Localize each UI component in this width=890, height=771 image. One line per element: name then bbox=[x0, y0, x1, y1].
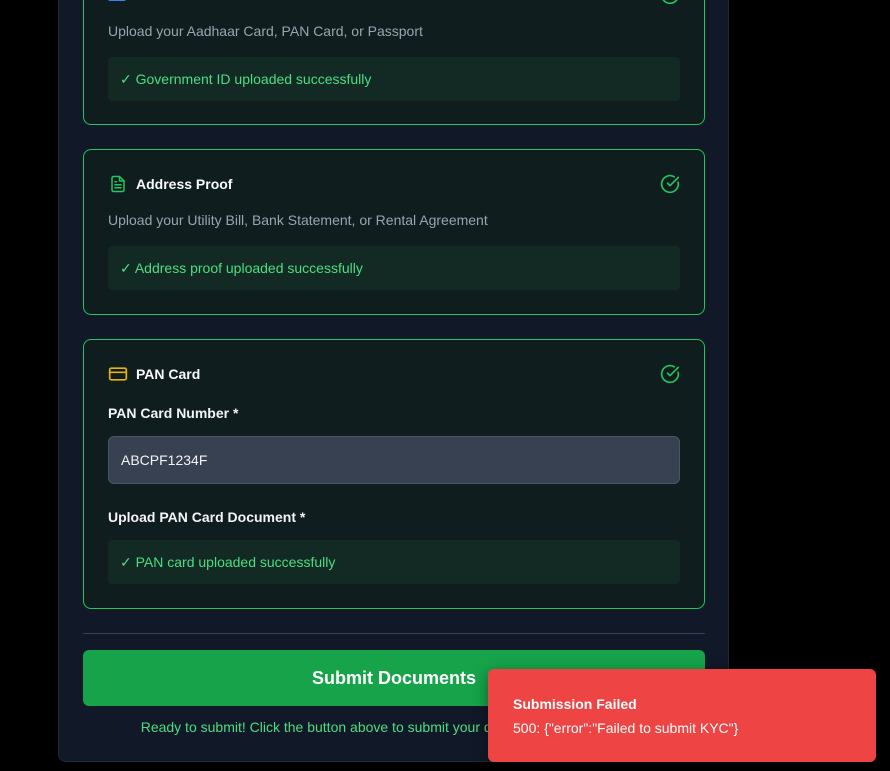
pan-number-input[interactable] bbox=[108, 436, 680, 484]
check-circle-icon bbox=[660, 174, 680, 194]
check-circle-icon bbox=[660, 364, 680, 384]
address-proof-card: Address Proof Upload your Utility Bill, … bbox=[83, 149, 705, 315]
pan-card-status: ✓ PAN card uploaded successfully bbox=[108, 540, 680, 584]
pan-card-header: PAN Card bbox=[108, 364, 200, 384]
pan-number-label: PAN Card Number * bbox=[108, 405, 239, 421]
pan-document-label: Upload PAN Card Document * bbox=[108, 509, 306, 525]
check-circle-icon bbox=[662, 0, 678, 5]
pan-card-title: PAN Card bbox=[136, 366, 201, 382]
address-proof-title: Address Proof bbox=[136, 176, 233, 192]
toast-title: Submission Failed bbox=[513, 696, 637, 712]
pan-card-card: PAN Card PAN Card Number * Upload PAN Ca… bbox=[83, 339, 705, 609]
toast-message: 500: {"error":"Failed to submit KYC"} bbox=[513, 720, 739, 736]
document-icon bbox=[108, 174, 128, 194]
government-id-card: Upload your Aadhaar Card, PAN Card, or P… bbox=[83, 0, 705, 125]
government-id-status: ✓ Government ID uploaded successfully bbox=[108, 57, 680, 101]
government-id-description: Upload your Aadhaar Card, PAN Card, or P… bbox=[108, 23, 423, 39]
address-proof-status: ✓ Address proof uploaded successfully bbox=[108, 246, 680, 290]
error-toast[interactable]: Submission Failed 500: {"error":"Failed … bbox=[488, 669, 876, 762]
divider bbox=[83, 633, 705, 634]
address-proof-header: Address Proof bbox=[108, 174, 232, 194]
address-proof-description: Upload your Utility Bill, Bank Statement… bbox=[108, 212, 488, 228]
credit-card-icon bbox=[108, 364, 128, 384]
id-card-icon bbox=[108, 0, 126, 1]
